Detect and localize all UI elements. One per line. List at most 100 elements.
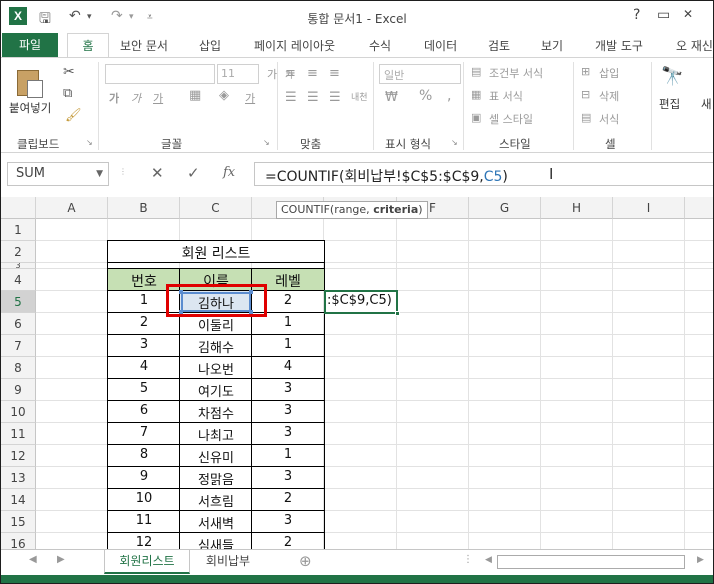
table-cell[interactable]: 나최고	[180, 425, 252, 444]
new-button[interactable]: 새	[701, 96, 712, 112]
column-header-next[interactable]	[685, 197, 713, 219]
font-launcher-icon[interactable]: ↘	[263, 138, 270, 147]
cell-style-button[interactable]: 셀 스타일	[489, 111, 533, 127]
table-cell[interactable]: 정맑음	[180, 469, 252, 488]
wrap-text-button[interactable]: 내천	[351, 90, 368, 103]
row-header-15[interactable]: 15	[1, 511, 36, 533]
font-color-icon[interactable]: 가	[245, 90, 255, 106]
table-cell[interactable]: 신유미	[180, 447, 252, 466]
tab-developer[interactable]: 개발 도구	[595, 37, 643, 54]
row-header-11[interactable]: 11	[1, 423, 36, 445]
table-cell[interactable]: 2	[252, 535, 324, 549]
align-bottom-icon[interactable]: ≡	[329, 66, 340, 81]
tab-insert[interactable]: 삽입	[199, 37, 221, 54]
italic-button[interactable]: 가	[131, 90, 141, 106]
row-header-1[interactable]: 1	[1, 219, 36, 241]
row-header-7[interactable]: 7	[1, 335, 36, 357]
table-cell[interactable]: 1	[252, 315, 324, 330]
table-cell[interactable]: 김해수	[180, 337, 252, 356]
restore-button[interactable]: ▭	[657, 7, 670, 23]
column-header-b[interactable]: B	[108, 197, 180, 219]
align-left-icon[interactable]: ☰	[285, 90, 297, 105]
tab-security[interactable]: 보안 문서	[120, 37, 168, 54]
add-sheet-icon[interactable]: ⊕	[299, 552, 312, 570]
format-button[interactable]: 서식	[599, 111, 619, 127]
table-cell[interactable]: 나오번	[180, 359, 252, 378]
sheet-tab-members[interactable]: 회원리스트	[104, 550, 190, 574]
column-header-a[interactable]: A	[36, 197, 108, 219]
hscroll-right-icon[interactable]: ▶	[697, 555, 704, 565]
tab-page-layout[interactable]: 페이지 레이아웃	[254, 37, 335, 54]
tab-user[interactable]: 오 재신	[676, 37, 713, 54]
table-cell[interactable]: 1	[252, 447, 324, 462]
cut-icon[interactable]: ✂	[63, 64, 75, 80]
currency-icon[interactable]: ₩	[385, 90, 398, 105]
row-header-4[interactable]: 4	[1, 269, 36, 291]
table-format-button[interactable]: 표 서식	[489, 88, 523, 104]
table-cell[interactable]: 5	[108, 381, 180, 396]
find-icon[interactable]: 🔭	[661, 66, 683, 87]
column-header-h[interactable]: H	[541, 197, 613, 219]
table-cell[interactable]: 4	[252, 359, 324, 374]
clipboard-launcher-icon[interactable]: ↘	[86, 138, 93, 147]
chevron-down-icon[interactable]: ▼	[96, 163, 103, 185]
row-header-14[interactable]: 14	[1, 489, 36, 511]
name-box[interactable]: SUM ▼	[7, 162, 109, 186]
scroll-left-icon[interactable]: ◀	[29, 554, 37, 565]
row-header-9[interactable]: 9	[1, 379, 36, 401]
help-button[interactable]: ?	[633, 7, 640, 23]
table-cell[interactable]: 심새들	[180, 535, 252, 549]
cancel-icon[interactable]: ✕	[151, 164, 164, 182]
table-cell[interactable]: 3	[252, 381, 324, 396]
table-cell[interactable]: 여기도	[180, 381, 252, 400]
row-header-8[interactable]: 8	[1, 357, 36, 379]
table-cell[interactable]: 8	[108, 447, 180, 462]
insert-button[interactable]: 삽입	[599, 65, 619, 81]
copy-icon[interactable]: ⧉	[63, 86, 72, 101]
row-header-13[interactable]: 13	[1, 467, 36, 489]
underline-button[interactable]: 가	[153, 90, 163, 106]
table-cell[interactable]: 3	[108, 337, 180, 352]
delete-button[interactable]: 삭제	[599, 88, 619, 104]
sheet-tab-fees[interactable]: 회비납부	[193, 550, 263, 574]
grow-font-icon[interactable]: 가	[267, 66, 277, 82]
table-cell[interactable]: 12	[108, 535, 180, 549]
insert-function-icon[interactable]: fx	[223, 165, 235, 180]
table-cell[interactable]: 4	[108, 359, 180, 374]
percent-button[interactable]: %	[419, 88, 432, 104]
enter-icon[interactable]: ✓	[187, 164, 200, 182]
row-header-12[interactable]: 12	[1, 445, 36, 467]
hscroll-left-icon[interactable]: ◀	[485, 555, 492, 565]
fill-handle[interactable]	[395, 311, 400, 316]
number-format-select[interactable]: 일반	[379, 64, 461, 84]
select-all-corner[interactable]	[1, 197, 36, 219]
align-right-icon[interactable]: ☰	[329, 90, 341, 105]
row-header-16[interactable]: 16	[1, 533, 36, 549]
worksheet-grid[interactable]: A B C D E F G H I 1 2 3 4 5 6 7 8 9 10 1…	[1, 197, 713, 549]
column-header-i[interactable]: I	[613, 197, 685, 219]
tab-formulas[interactable]: 수식	[369, 37, 391, 54]
table-cell[interactable]: 9	[108, 469, 180, 484]
row-header-2[interactable]: 2	[1, 241, 36, 263]
row-header-6[interactable]: 6	[1, 313, 36, 335]
column-header-g[interactable]: G	[469, 197, 541, 219]
font-size-select[interactable]: 11	[217, 64, 259, 84]
comma-button[interactable]: ,	[447, 88, 451, 104]
number-launcher-icon[interactable]: ↘	[451, 138, 458, 147]
align-top-icon[interactable]: ≡	[285, 66, 296, 81]
table-cell[interactable]: 2	[108, 315, 180, 330]
borders-icon[interactable]: ▦	[189, 88, 201, 103]
table-cell[interactable]: 10	[108, 491, 180, 506]
tab-review[interactable]: 검토	[488, 37, 510, 54]
table-cell[interactable]: 차점수	[180, 403, 252, 422]
table-cell[interactable]: 서흐림	[180, 491, 252, 510]
table-cell[interactable]: 6	[108, 403, 180, 418]
paste-icon[interactable]	[15, 66, 43, 98]
table-cell[interactable]: 3	[252, 403, 324, 418]
align-middle-icon[interactable]: ≡	[307, 66, 318, 81]
close-button[interactable]: ✕	[683, 7, 693, 21]
formula-input[interactable]: =COUNTIF(회비납부!$C$5:$C$9,C5) Ⅰ	[254, 162, 713, 186]
scroll-right-icon[interactable]: ▶	[57, 554, 65, 565]
fill-color-icon[interactable]: ◈	[219, 88, 229, 103]
bold-button[interactable]: 가	[109, 90, 119, 106]
